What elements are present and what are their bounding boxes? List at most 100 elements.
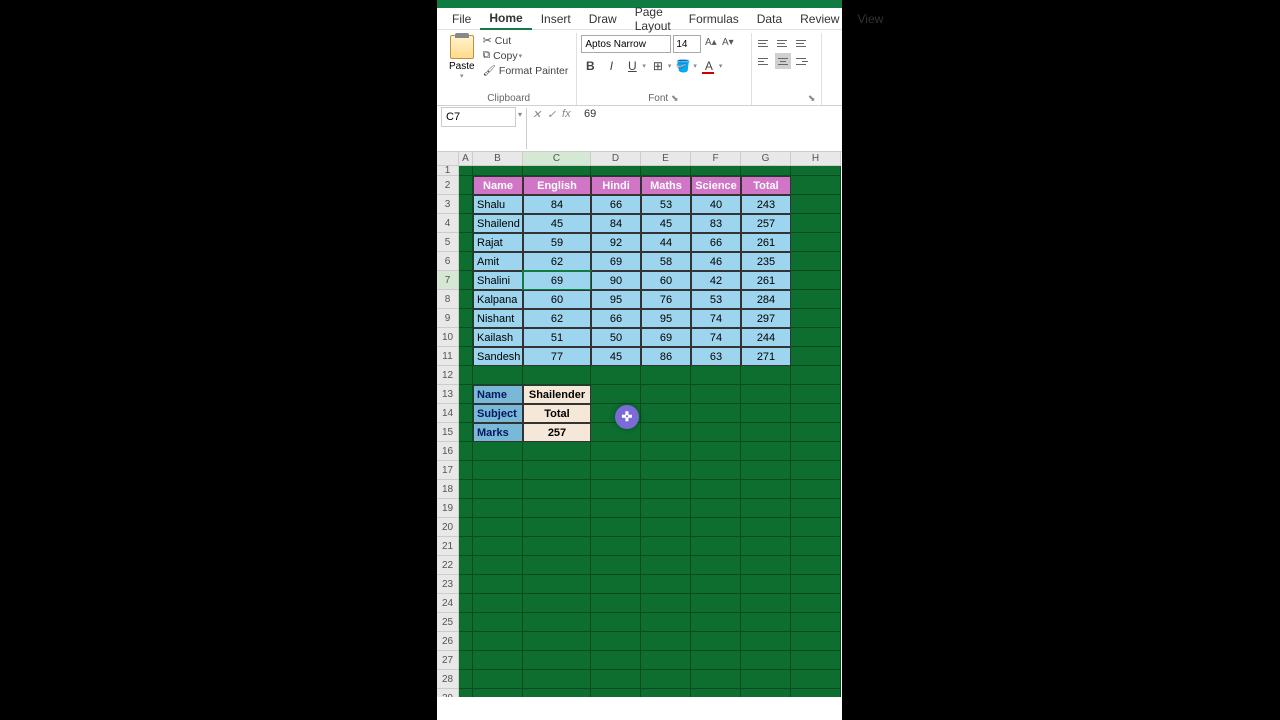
- cell-H18[interactable]: [791, 480, 841, 499]
- cell-C15[interactable]: 257: [523, 423, 591, 442]
- cut-button[interactable]: ✂Cut: [481, 34, 571, 47]
- menu-data[interactable]: Data: [748, 9, 791, 29]
- cell-G5[interactable]: 261: [741, 233, 791, 252]
- row-header-3[interactable]: 3: [437, 195, 459, 214]
- cell-G20[interactable]: [741, 518, 791, 537]
- row-header-29[interactable]: 29: [437, 689, 459, 697]
- cell-E10[interactable]: 69: [641, 328, 691, 347]
- menu-draw[interactable]: Draw: [580, 9, 626, 29]
- font-name-input[interactable]: [581, 35, 671, 53]
- row-header-17[interactable]: 17: [437, 461, 459, 480]
- cell-B21[interactable]: [473, 537, 523, 556]
- cell-F26[interactable]: [691, 632, 741, 651]
- cell-H10[interactable]: [791, 328, 841, 347]
- cell-B6[interactable]: Amit: [473, 252, 523, 271]
- cell-C6[interactable]: 62: [523, 252, 591, 271]
- cell-G25[interactable]: [741, 613, 791, 632]
- cell-F4[interactable]: 83: [691, 214, 741, 233]
- cell-B11[interactable]: Sandesh: [473, 347, 523, 366]
- menu-view[interactable]: View: [848, 9, 892, 29]
- col-header-C[interactable]: C: [523, 152, 591, 166]
- menu-home[interactable]: Home: [480, 8, 531, 30]
- formula-bar[interactable]: 69: [579, 106, 842, 151]
- format-painter-button[interactable]: 🖌Format Painter: [481, 64, 571, 77]
- cell-H22[interactable]: [791, 556, 841, 575]
- row-header-22[interactable]: 22: [437, 556, 459, 575]
- spreadsheet-grid[interactable]: ABCDEFGH 1234567891011121314151617181920…: [437, 152, 842, 697]
- cell-D19[interactable]: [591, 499, 641, 518]
- cell-G18[interactable]: [741, 480, 791, 499]
- cell-A27[interactable]: [459, 651, 473, 670]
- align-left-button[interactable]: [756, 53, 772, 69]
- cell-H15[interactable]: [791, 423, 841, 442]
- cell-E28[interactable]: [641, 670, 691, 689]
- cell-F24[interactable]: [691, 594, 741, 613]
- cell-C21[interactable]: [523, 537, 591, 556]
- increase-font-button[interactable]: A▴: [703, 35, 718, 53]
- cell-D21[interactable]: [591, 537, 641, 556]
- cell-F19[interactable]: [691, 499, 741, 518]
- cell-A21[interactable]: [459, 537, 473, 556]
- cell-H1[interactable]: [791, 166, 841, 176]
- cell-B13[interactable]: Name: [473, 385, 523, 404]
- cell-A10[interactable]: [459, 328, 473, 347]
- cell-A4[interactable]: [459, 214, 473, 233]
- cell-F2[interactable]: Science: [691, 176, 741, 195]
- cell-C14[interactable]: Total: [523, 404, 591, 423]
- cell-A17[interactable]: [459, 461, 473, 480]
- cell-B20[interactable]: [473, 518, 523, 537]
- font-size-input[interactable]: [673, 35, 701, 53]
- cell-G26[interactable]: [741, 632, 791, 651]
- cell-H24[interactable]: [791, 594, 841, 613]
- cell-D13[interactable]: [591, 385, 641, 404]
- bold-button[interactable]: B: [581, 57, 599, 75]
- row-header-26[interactable]: 26: [437, 632, 459, 651]
- cell-E19[interactable]: [641, 499, 691, 518]
- cell-G17[interactable]: [741, 461, 791, 480]
- cell-C8[interactable]: 60: [523, 290, 591, 309]
- cell-D24[interactable]: [591, 594, 641, 613]
- cell-G15[interactable]: [741, 423, 791, 442]
- cell-H6[interactable]: [791, 252, 841, 271]
- align-right-button[interactable]: [794, 53, 810, 69]
- cell-E14[interactable]: [641, 404, 691, 423]
- cell-D23[interactable]: [591, 575, 641, 594]
- cell-C4[interactable]: 45: [523, 214, 591, 233]
- cell-F29[interactable]: [691, 689, 741, 697]
- cell-C23[interactable]: [523, 575, 591, 594]
- align-middle-button[interactable]: [775, 35, 791, 51]
- border-button[interactable]: ⊞: [649, 57, 667, 75]
- cell-B5[interactable]: Rajat: [473, 233, 523, 252]
- cell-C17[interactable]: [523, 461, 591, 480]
- cell-A3[interactable]: [459, 195, 473, 214]
- cell-B29[interactable]: [473, 689, 523, 697]
- cell-F21[interactable]: [691, 537, 741, 556]
- cell-H11[interactable]: [791, 347, 841, 366]
- cell-B27[interactable]: [473, 651, 523, 670]
- cell-E11[interactable]: 86: [641, 347, 691, 366]
- cell-E9[interactable]: 95: [641, 309, 691, 328]
- col-header-F[interactable]: F: [691, 152, 741, 166]
- cell-G4[interactable]: 257: [741, 214, 791, 233]
- cell-A5[interactable]: [459, 233, 473, 252]
- cell-H17[interactable]: [791, 461, 841, 480]
- cell-C9[interactable]: 62: [523, 309, 591, 328]
- cell-B18[interactable]: [473, 480, 523, 499]
- cell-C20[interactable]: [523, 518, 591, 537]
- cell-G10[interactable]: 244: [741, 328, 791, 347]
- row-header-8[interactable]: 8: [437, 290, 459, 309]
- cell-F27[interactable]: [691, 651, 741, 670]
- cell-C3[interactable]: 84: [523, 195, 591, 214]
- underline-button[interactable]: U: [623, 57, 641, 75]
- cell-B17[interactable]: [473, 461, 523, 480]
- cell-G6[interactable]: 235: [741, 252, 791, 271]
- cell-D11[interactable]: 45: [591, 347, 641, 366]
- cell-A19[interactable]: [459, 499, 473, 518]
- cell-E21[interactable]: [641, 537, 691, 556]
- cell-G23[interactable]: [741, 575, 791, 594]
- col-header-H[interactable]: H: [791, 152, 841, 166]
- cell-E22[interactable]: [641, 556, 691, 575]
- cell-A29[interactable]: [459, 689, 473, 697]
- cell-H20[interactable]: [791, 518, 841, 537]
- cell-G19[interactable]: [741, 499, 791, 518]
